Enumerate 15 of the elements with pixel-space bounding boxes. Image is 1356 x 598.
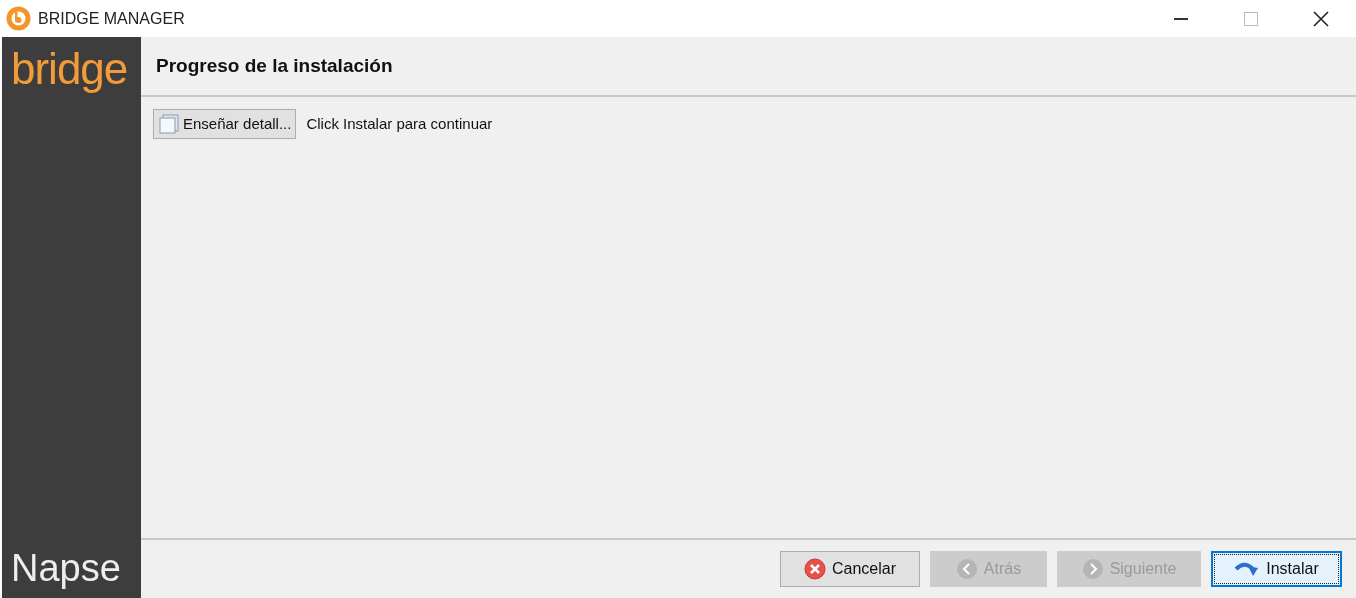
brand-footer: Napse bbox=[11, 546, 121, 590]
cancel-button[interactable]: Cancelar bbox=[780, 551, 920, 587]
install-button[interactable]: Instalar bbox=[1211, 551, 1342, 587]
page-heading: Progreso de la instalación bbox=[156, 53, 393, 78]
curved-arrow-icon bbox=[1234, 560, 1261, 578]
brand-logo: bridge bbox=[11, 43, 128, 95]
maximize-icon bbox=[1244, 11, 1258, 26]
close-icon bbox=[1313, 10, 1329, 27]
show-details-button[interactable]: Enseñar detall... bbox=[153, 109, 297, 139]
minimize-icon bbox=[1174, 17, 1188, 20]
status-text: Click Instalar para continuar bbox=[306, 114, 493, 134]
window-icon bbox=[158, 113, 180, 135]
app-logo-icon bbox=[6, 6, 31, 31]
cancel-icon bbox=[804, 558, 826, 580]
window-title: BRIDGE MANAGER bbox=[38, 8, 185, 29]
